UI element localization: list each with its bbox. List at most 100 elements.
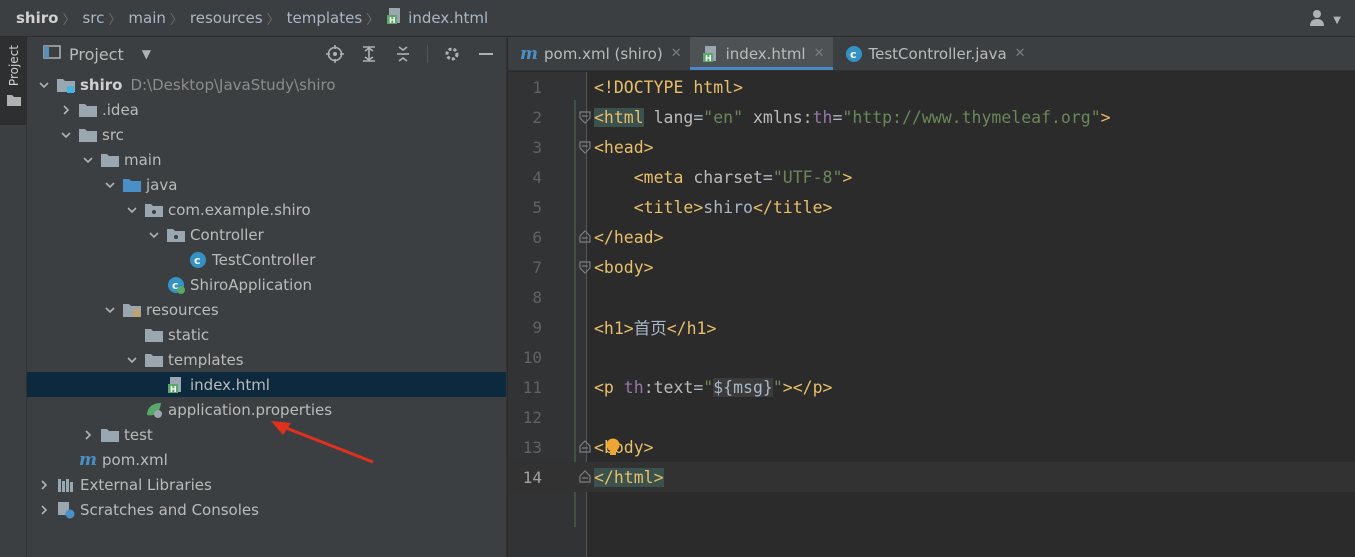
- maven-icon: m: [520, 43, 538, 64]
- chevron-down-icon[interactable]: [59, 128, 73, 142]
- tree-item-shiroapplication[interactable]: c ShiroApplication: [27, 272, 506, 297]
- folder-icon: [79, 126, 97, 144]
- tree-item-controller[interactable]: Controller: [27, 222, 506, 247]
- line-number: 9: [532, 317, 542, 337]
- tab-pom-xml[interactable]: m pom.xml (shiro) ✕: [508, 37, 690, 70]
- tab-testcontroller-java[interactable]: c TestController.java ✕: [833, 37, 1034, 70]
- code-line: 2 <html lang="en" xmlns:th="http://www.t…: [508, 102, 1355, 132]
- tree-item-label: src: [102, 125, 124, 144]
- fold-icon[interactable]: [578, 230, 592, 244]
- folder-icon: [6, 92, 21, 110]
- hide-panel-icon[interactable]: [476, 44, 496, 64]
- collapse-all-icon[interactable]: [393, 44, 413, 64]
- chevron-right-icon: 〉: [366, 12, 380, 28]
- breadcrumb-item[interactable]: H index.html: [386, 7, 488, 29]
- chevron-right-icon[interactable]: [37, 478, 51, 492]
- user-menu[interactable]: ▼: [1309, 9, 1341, 31]
- line-number: 6: [532, 227, 542, 247]
- fold-icon[interactable]: [578, 260, 592, 274]
- close-icon[interactable]: ✕: [671, 46, 682, 61]
- code-text: <body>: [594, 437, 654, 457]
- chevron-down-icon[interactable]: [81, 153, 95, 167]
- chevron-down-icon[interactable]: [103, 303, 117, 317]
- folder-icon: [145, 326, 163, 344]
- tree-item-templates[interactable]: templates: [27, 347, 506, 372]
- tree-item-resources[interactable]: resources: [27, 297, 506, 322]
- code-line: 8: [508, 282, 1355, 312]
- navigation-bar: shiro 〉 src 〉 main 〉 resources 〉 templat…: [0, 0, 1355, 37]
- lightbulb-icon[interactable]: [604, 436, 622, 458]
- chevron-right-icon[interactable]: [37, 503, 51, 517]
- breadcrumb-label: main: [128, 9, 166, 27]
- tree-item-main[interactable]: main: [27, 147, 506, 172]
- line-number: 4: [532, 167, 542, 187]
- spring-boot-class-icon: c: [167, 276, 185, 294]
- svg-text:H: H: [170, 385, 177, 394]
- html-file-icon: H: [167, 376, 185, 394]
- tree-item-java[interactable]: java: [27, 172, 506, 197]
- expand-all-icon[interactable]: [359, 44, 379, 64]
- code-line: 4 <meta charset="UTF-8">: [508, 162, 1355, 192]
- chevron-down-icon[interactable]: [125, 353, 139, 367]
- tree-item-src[interactable]: src: [27, 122, 506, 147]
- chevron-down-icon[interactable]: [147, 228, 161, 242]
- tab-index-html[interactable]: H index.html ✕: [689, 37, 833, 70]
- panel-toolbar: [325, 44, 496, 64]
- tree-item-label: Controller: [190, 225, 264, 244]
- chevron-right-icon[interactable]: [81, 428, 95, 442]
- code-text: <head>: [594, 137, 654, 157]
- tree-item-static[interactable]: static: [27, 322, 506, 347]
- code-line: 9 <h1>首页</h1>: [508, 312, 1355, 342]
- breadcrumb-label: resources: [189, 9, 263, 27]
- tree-item-idea[interactable]: .idea: [27, 97, 506, 122]
- code-text: <title>shiro</title>: [633, 197, 833, 217]
- chevron-right-icon: 〉: [62, 12, 76, 28]
- code-editor[interactable]: 1 <!DOCTYPE html> 2 <html lang="en" xmln…: [508, 72, 1355, 557]
- breadcrumb-item[interactable]: shiro 〉: [16, 9, 82, 28]
- chevron-right-icon[interactable]: [59, 103, 73, 117]
- library-icon: [57, 476, 75, 494]
- view-selector-dropdown-icon[interactable]: ▼: [142, 47, 151, 61]
- close-icon[interactable]: ✕: [814, 46, 825, 61]
- breadcrumb-item[interactable]: resources 〉: [190, 9, 287, 28]
- breadcrumb-item[interactable]: templates 〉: [287, 9, 387, 28]
- fold-icon[interactable]: [578, 470, 592, 484]
- tree-item-label: com.example.shiro: [168, 200, 311, 219]
- java-class-icon: c: [845, 45, 863, 63]
- html-file-icon: H: [386, 7, 404, 29]
- close-icon[interactable]: ✕: [1015, 46, 1026, 61]
- project-view-icon: [43, 44, 61, 64]
- breadcrumb-item[interactable]: src 〉: [82, 9, 128, 28]
- fold-icon[interactable]: [578, 440, 592, 454]
- locate-file-icon[interactable]: [325, 44, 345, 64]
- spring-properties-icon: [145, 401, 163, 419]
- project-panel: Project ▼ shiro D:\Desktop\JavaStudy\shi…: [27, 37, 507, 557]
- tree-item-label: shiro: [80, 75, 123, 94]
- tree-item-index-html[interactable]: H index.html: [27, 372, 506, 397]
- scratches-icon: [57, 501, 75, 519]
- project-tool-button[interactable]: Project: [0, 37, 27, 125]
- tree-item-package[interactable]: com.example.shiro: [27, 197, 506, 222]
- code-line: 5 <title>shiro</title>: [508, 192, 1355, 222]
- code-line: 7 <body>: [508, 252, 1355, 282]
- chevron-right-icon: 〉: [108, 12, 122, 28]
- fold-icon[interactable]: [578, 110, 592, 124]
- tree-item-testcontroller[interactable]: c TestController: [27, 247, 506, 272]
- tree-item-label: TestController: [212, 250, 316, 269]
- tree-item-external-libraries[interactable]: External Libraries: [27, 472, 506, 497]
- fold-icon[interactable]: [578, 140, 592, 154]
- code-line: 6 </head>: [508, 222, 1355, 252]
- tree-item-shiro[interactable]: shiro D:\Desktop\JavaStudy\shiro: [27, 72, 506, 97]
- line-number: 3: [532, 137, 542, 157]
- breadcrumb-item[interactable]: main 〉: [128, 9, 190, 28]
- chevron-down-icon[interactable]: [37, 78, 51, 92]
- line-number: 11: [522, 377, 542, 397]
- code-text: </html>: [594, 467, 664, 487]
- chevron-down-icon[interactable]: [125, 203, 139, 217]
- tree-item-scratches[interactable]: Scratches and Consoles: [27, 497, 506, 522]
- package-icon: [167, 226, 185, 244]
- gear-icon[interactable]: [442, 44, 462, 64]
- svg-text:c: c: [194, 254, 201, 267]
- chevron-down-icon[interactable]: [103, 178, 117, 192]
- project-path: D:\Desktop\JavaStudy\shiro: [130, 75, 336, 94]
